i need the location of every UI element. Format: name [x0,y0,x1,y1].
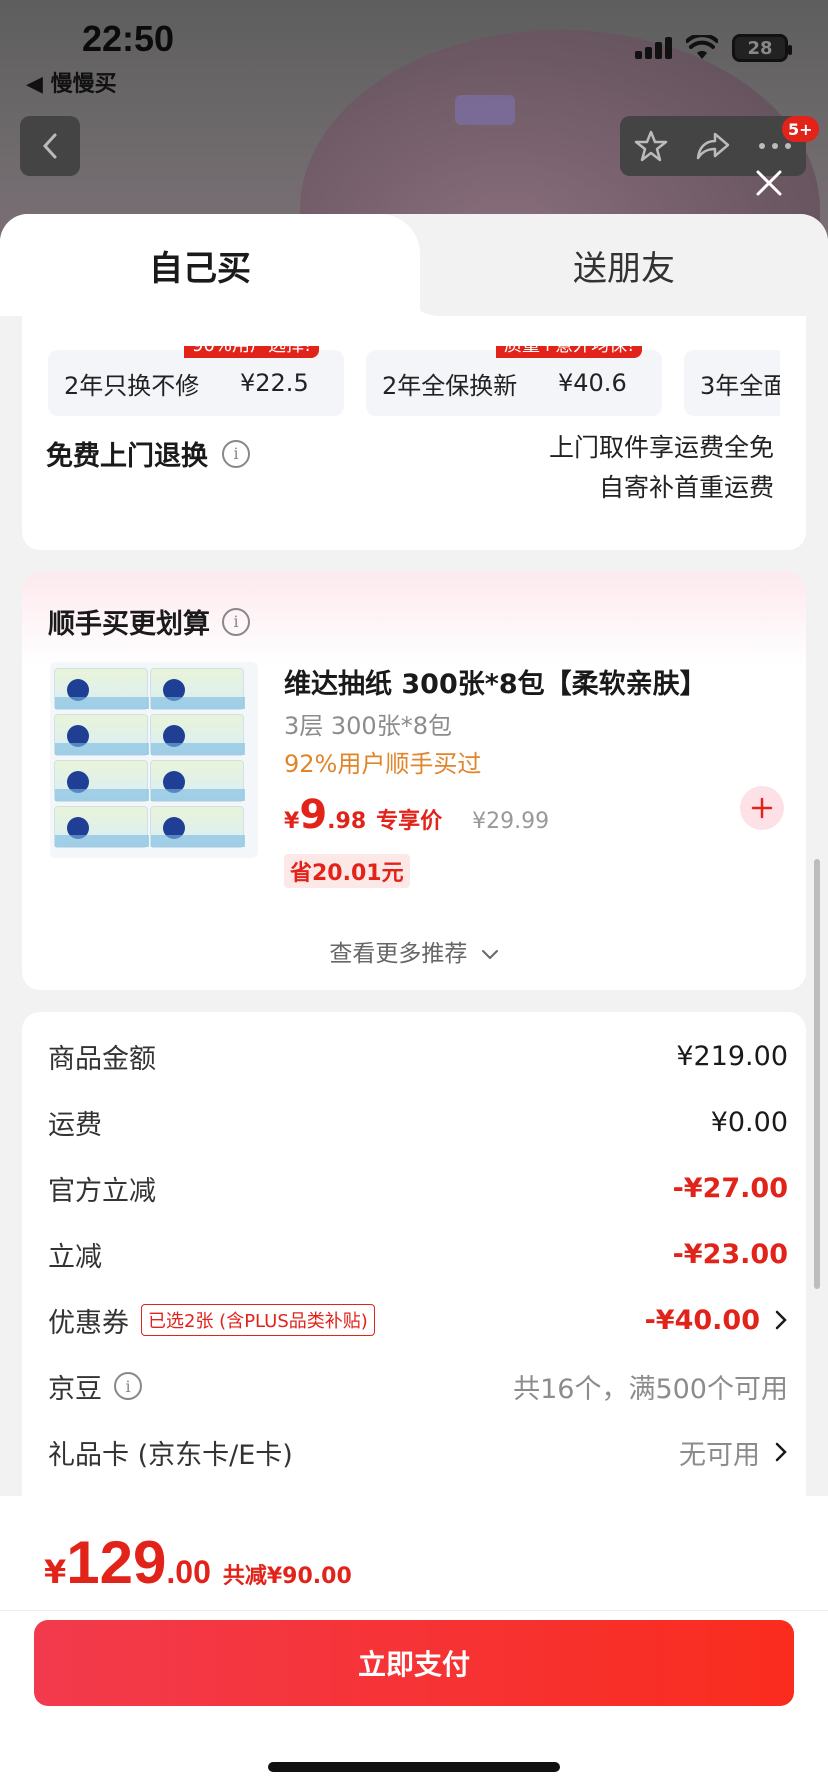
status-time: 22:50 [82,18,175,59]
row-value: 无可用 [679,1439,760,1471]
row-label: 礼品卡 (京东卡/E卡) [48,1439,293,1471]
pay-now-button[interactable]: 立即支付 [34,1620,794,1706]
beans-label-group: 京豆 i [48,1367,142,1406]
plan-price: ¥40.6 [558,369,627,397]
return-desc-line: 自寄补首重运费 [598,473,774,502]
coupon-value-group: -¥40.00 [645,1305,788,1336]
free-return-text: 免费上门退换 [46,441,208,472]
back-button[interactable] [20,116,80,176]
see-more-label: 查看更多推荐 [329,941,468,967]
cellular-signal-icon [635,37,672,59]
price-decimal: .98 [327,809,367,834]
coupon-selected-tag: 已选2张 (含PLUS品类补贴) [141,1304,375,1336]
tab-buy-for-self[interactable]: 自己买 [0,214,420,316]
see-more-recommendations[interactable]: 查看更多推荐 [22,934,806,968]
total-currency: ¥ [44,1553,67,1591]
plan-tag: 90%用户选择! [184,346,320,358]
summary-row-official-discount: 官方立减 -¥27.00 [48,1168,788,1208]
summary-row-goods-amount: 商品金额 ¥219.00 [48,1036,788,1076]
plan-name: 2年只换不修 [64,371,200,400]
battery-icon: 28 [732,34,792,62]
addon-product-spec: 3层 300张*8包 [284,712,452,740]
summary-row-gift-card[interactable]: 礼品卡 (京东卡/E卡) 无可用 [48,1432,788,1472]
checkout-footer: ¥ 129 .00 共减¥90.00 立即支付 [0,1496,828,1792]
row-value: ¥0.00 [710,1106,788,1138]
row-label: 运费 [48,1109,102,1141]
addon-section-title: 顺手买更划算 i [48,602,250,641]
summary-row-shipping: 运费 ¥0.00 [48,1102,788,1142]
addon-social-proof: 92%用户顺手买过 [284,750,482,778]
protection-plan-option[interactable]: 90%用户选择! 2年只换不修 ¥22.5 [48,346,344,416]
savings-tag: 省20.01元 [284,854,410,888]
info-icon[interactable]: i [222,607,250,636]
product-image-detail [455,95,515,125]
plus-icon [751,797,773,819]
gift-card-value-group: 无可用 [679,1433,788,1472]
plan-tag: 质量+意外均保! [496,346,643,358]
plan-name: 2年全保换新 [382,371,518,400]
chevron-left-icon [42,133,57,159]
row-value: -¥27.00 [672,1172,788,1204]
protection-card: 90%用户选择! 2年只换不修 ¥22.5 质量+意外均保! 2年全保换新 ¥4… [22,316,806,550]
return-desc-line: 上门取件享运费全免 [548,433,774,462]
status-icons: 28 [635,34,792,62]
protection-plan-list: 90%用户选择! 2年只换不修 ¥22.5 质量+意外均保! 2年全保换新 ¥4… [48,346,780,416]
back-to-app-link[interactable]: ◀ 慢慢买 [26,66,117,98]
free-return-label: 免费上门退换 i [46,434,250,473]
share-icon[interactable] [695,130,731,162]
protection-plan-option[interactable]: 3年全面 [684,350,780,416]
row-value: 共16个，满500个可用 [513,1373,788,1405]
addon-recommendation-card: 顺手买更划算 i 维达抽纸 300张*8包【柔软亲肤】 3层 300张*8包 9… [22,572,806,990]
price-currency: ¥ [284,809,300,834]
row-label: 商品金额 [48,1043,156,1075]
add-addon-button[interactable] [740,786,784,830]
notification-badge: 5+ [782,116,819,142]
protection-plan-option[interactable]: 质量+意外均保! 2年全保换新 ¥40.6 [366,346,662,416]
row-label: 优惠券 [48,1307,129,1339]
chevron-right-icon [775,1442,787,1462]
total-price: ¥ 129 .00 共减¥90.00 [44,1528,352,1597]
total-decimal: .00 [166,1554,211,1590]
addon-title-text: 顺手买更划算 [48,609,210,640]
total-integer: 129 [66,1529,167,1596]
info-icon[interactable]: i [114,1372,142,1400]
row-label: 京豆 [48,1373,102,1405]
exclusive-price-label: 专享价 [376,809,443,834]
info-icon[interactable]: i [222,439,250,468]
purchase-mode-tabs: 自己买 送朋友 [0,214,828,316]
row-value: -¥40.00 [644,1304,760,1336]
chevron-right-icon [775,1310,787,1330]
tab-gift-to-friend[interactable]: 送朋友 [420,214,828,316]
summary-row-instant-discount: 立减 -¥23.00 [48,1234,788,1274]
plan-price: ¥22.5 [240,369,309,397]
summary-row-coupon[interactable]: 优惠券 已选2张 (含PLUS品类补贴) -¥40.00 [48,1300,788,1340]
total-savings: 共减¥90.00 [222,1564,352,1589]
wifi-icon [686,35,718,59]
scrollbar[interactable] [814,859,820,1289]
chevron-down-icon [481,950,498,960]
addon-product-name[interactable]: 维达抽纸 300张*8包【柔软亲肤】 [284,662,707,701]
original-price: ¥29.99 [472,809,550,834]
addon-price: ¥ 9 .98 专享价 ¥29.99 [284,792,549,838]
row-label: 官方立减 [48,1175,156,1207]
summary-row-jd-beans: 京豆 i 共16个，满500个可用 [48,1366,788,1406]
more-icon[interactable] [758,142,792,150]
close-icon[interactable] [752,166,786,200]
divider [0,1610,828,1611]
star-icon[interactable] [634,129,668,163]
row-value: ¥219.00 [676,1040,788,1072]
coupon-label-group: 优惠券 已选2张 (含PLUS品类补贴) [48,1301,375,1340]
row-value: -¥23.00 [672,1238,788,1270]
return-description: 上门取件享运费全免 自寄补首重运费 [549,428,774,508]
tissue-product-image[interactable] [50,662,258,858]
price-integer: 9 [299,792,328,838]
row-label: 立减 [48,1241,102,1273]
home-indicator[interactable] [268,1762,560,1772]
plan-name: 3年全面 [700,371,780,400]
